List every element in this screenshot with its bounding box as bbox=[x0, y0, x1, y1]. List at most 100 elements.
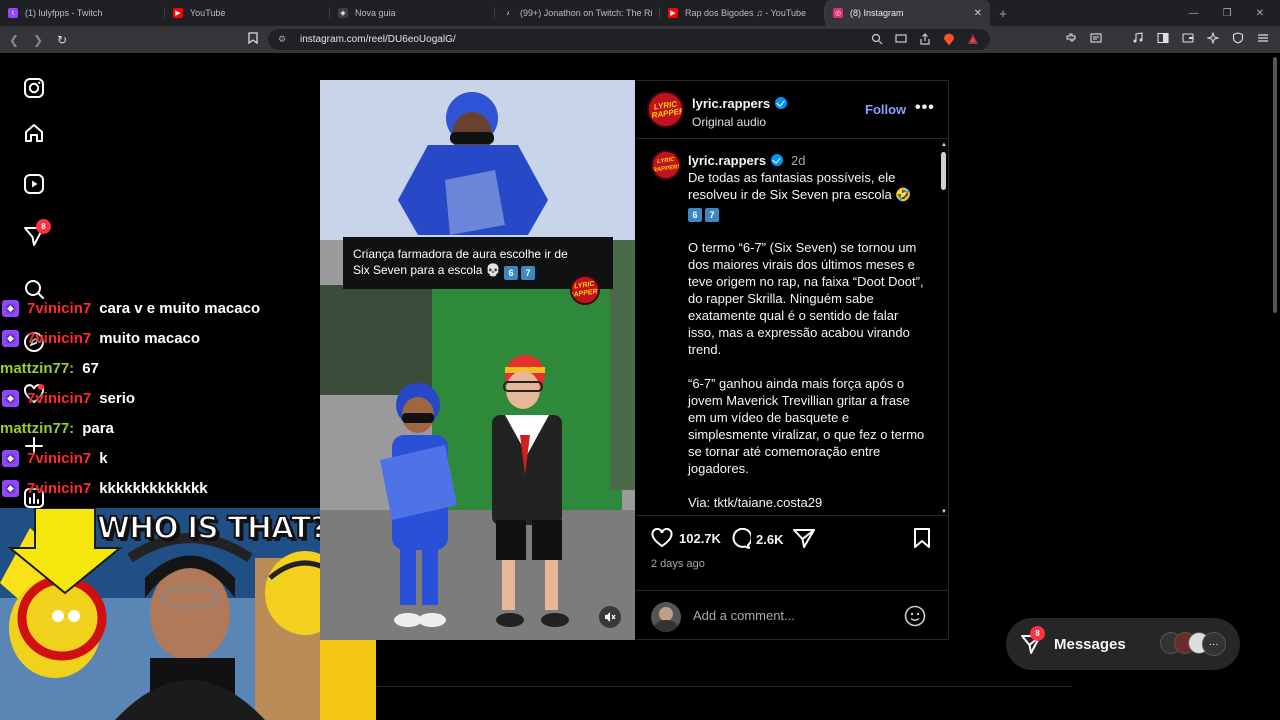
comment-button[interactable]: 2.6K bbox=[729, 528, 783, 550]
sidebar-icon[interactable] bbox=[1156, 31, 1170, 45]
close-tab-icon[interactable]: ✕ bbox=[974, 8, 982, 19]
caption-intro: De todas as fantasias possíveis, ele res… bbox=[688, 170, 912, 202]
address-bar[interactable]: ⚙ instagram.com/reel/DU6eoUogalG/ bbox=[268, 29, 990, 50]
instagram-page: 8 ◆ 7vinicin7 cara v e muito macaco ◆ 7vinic… bbox=[0, 53, 1280, 720]
browser-tab[interactable]: t (1) lulyfpps - Twitch bbox=[0, 0, 165, 26]
messages-button[interactable]: 8 Messages ··· bbox=[1006, 618, 1240, 670]
close-window-icon[interactable]: ✕ bbox=[1256, 8, 1264, 19]
instagram-logo-icon[interactable] bbox=[22, 76, 46, 100]
reel-caption-line1: Criança farmadora de aura escolhe ir de bbox=[353, 247, 568, 261]
follow-button[interactable]: Follow bbox=[865, 102, 906, 117]
sub-badge-icon: ◆ bbox=[2, 329, 19, 347]
caption-verified-icon bbox=[771, 154, 784, 166]
caption-keycap-7: 7 bbox=[705, 208, 719, 222]
share-icon[interactable] bbox=[918, 32, 932, 46]
emoji-icon[interactable] bbox=[904, 605, 926, 632]
post-actions: 102.7K 2.6K 2 days ago bbox=[636, 515, 949, 590]
bookmark-icon[interactable] bbox=[248, 32, 258, 47]
chat-message: ◆ 7vinicin7 k bbox=[0, 443, 320, 473]
tab-title: Rap dos Bigodes ♫ - YouTube bbox=[685, 8, 806, 18]
comment-form: Add a comment... bbox=[636, 590, 949, 641]
caption-paragraph-1: O termo “6-7” (Six Seven) se tornou um d… bbox=[688, 240, 924, 357]
browser-tab[interactable]: ♪ (99+) Jonathon on Twitch: The Rise of bbox=[495, 0, 660, 26]
browser-tab[interactable]: ▶ YouTube bbox=[165, 0, 330, 26]
caption-username[interactable]: lyric.rappers bbox=[688, 153, 766, 168]
like-button[interactable]: 102.7K bbox=[651, 528, 721, 548]
scroll-up-icon[interactable]: ▲ bbox=[941, 142, 947, 148]
new-tab-button[interactable]: + bbox=[990, 0, 1016, 26]
page-scrollbar[interactable] bbox=[1270, 53, 1280, 720]
mute-button[interactable] bbox=[599, 606, 621, 628]
chat-message: ◆ 7vinicin7 cara v e muito macaco bbox=[0, 293, 320, 323]
comment-icon bbox=[732, 528, 751, 549]
site-info-icon[interactable]: ⚙ bbox=[278, 34, 288, 45]
zoom-icon[interactable] bbox=[870, 32, 884, 46]
author-avatar[interactable]: LYRIC RAPPERS bbox=[647, 91, 684, 128]
forward-icon[interactable]: ❯ bbox=[28, 30, 48, 50]
sub-badge-icon: ◆ bbox=[2, 299, 19, 317]
meme-text: WHO IS THAT? bbox=[96, 510, 329, 547]
save-button[interactable] bbox=[913, 528, 931, 548]
minimize-icon[interactable]: — bbox=[1189, 8, 1199, 19]
chat-username: 7vinicin7 bbox=[27, 389, 92, 407]
chat-username: mattzin77: bbox=[0, 419, 75, 437]
reader-icon[interactable] bbox=[1089, 31, 1103, 45]
tab-favicon-icon: ▶ bbox=[173, 8, 183, 18]
brave-shields-icon[interactable] bbox=[942, 32, 956, 46]
browser-tab[interactable]: ▶ Rap dos Bigodes ♫ - YouTube bbox=[660, 0, 825, 26]
chat-message: mattzin77: para bbox=[0, 413, 320, 443]
extensions-icon[interactable] bbox=[1064, 31, 1078, 45]
home-icon[interactable] bbox=[22, 121, 46, 145]
tab-favicon-icon: ▶ bbox=[668, 8, 678, 18]
address-bar-actions bbox=[870, 32, 980, 46]
chat-username: mattzin77: bbox=[0, 359, 75, 377]
chat-text: cara v e muito macaco bbox=[99, 299, 261, 317]
share-button[interactable] bbox=[793, 528, 815, 548]
window-controls: — ❐ ✕ bbox=[1189, 0, 1280, 26]
media-icon[interactable] bbox=[1131, 31, 1145, 45]
caption-scrollbar[interactable]: ▲ ▼ bbox=[940, 140, 948, 515]
wallet-icon[interactable] bbox=[1181, 31, 1195, 45]
back-icon[interactable]: ❮ bbox=[4, 30, 24, 50]
cast-icon[interactable] bbox=[894, 32, 908, 46]
restore-icon[interactable]: ❐ bbox=[1223, 8, 1232, 19]
chat-message: ◆ 7vinicin7 serio bbox=[0, 383, 320, 413]
tab-title: (8) Instagram bbox=[850, 8, 904, 18]
reel-video[interactable]: Criança farmadora de aura escolhe ir de … bbox=[320, 80, 635, 640]
caption-via: Via: tktk/taiane.costa29 bbox=[688, 495, 823, 510]
sub-badge-icon: ◆ bbox=[2, 479, 19, 497]
chat-message: ◆ 7vinicin7 muito macaco bbox=[0, 323, 320, 353]
author-username[interactable]: lyric.rappers bbox=[692, 96, 770, 111]
menu-icon[interactable] bbox=[1256, 31, 1270, 45]
reels-icon[interactable] bbox=[22, 172, 46, 196]
post-header: LYRIC RAPPERS lyric.rappers Original aud… bbox=[636, 81, 949, 139]
caption-author-avatar[interactable]: LYRIC RAPPERS bbox=[651, 150, 681, 180]
chat-username: 7vinicin7 bbox=[27, 449, 92, 467]
browser-tab[interactable]: ◎ (8) Instagram ✕ bbox=[825, 0, 990, 26]
keycap-6: 6 bbox=[504, 266, 519, 280]
leo-ai-icon[interactable] bbox=[1206, 31, 1220, 45]
more-options-icon[interactable]: ••• bbox=[915, 99, 935, 117]
page-scroll-thumb[interactable] bbox=[1273, 57, 1277, 313]
post-time: 2d bbox=[791, 153, 806, 168]
messages-badge: 8 bbox=[1030, 626, 1045, 641]
notifications-badge: 8 bbox=[36, 219, 51, 234]
heart-icon bbox=[651, 528, 673, 548]
caption-scroll-thumb[interactable] bbox=[941, 152, 946, 190]
tab-favicon-icon: t bbox=[8, 8, 18, 18]
page-divider bbox=[376, 686, 1072, 687]
chat-text: serio bbox=[99, 389, 136, 407]
comment-input[interactable]: Add a comment... bbox=[693, 608, 795, 623]
direct-messages-icon[interactable]: 8 bbox=[22, 219, 51, 248]
original-audio-link[interactable]: Original audio bbox=[692, 115, 787, 129]
post-caption-area: LYRIC RAPPERS lyric.rappers 2d De todas as… bbox=[636, 140, 949, 515]
browser-tab[interactable]: ◈ Nova guia bbox=[330, 0, 495, 26]
chat-username: 7vinicin7 bbox=[27, 479, 92, 497]
vpn-icon[interactable] bbox=[1231, 31, 1245, 45]
tab-title: Nova guia bbox=[355, 8, 396, 18]
chat-text: 67 bbox=[82, 359, 99, 377]
reload-icon[interactable]: ↻ bbox=[52, 30, 72, 50]
chat-text: k bbox=[99, 449, 108, 467]
chat-text: muito macaco bbox=[99, 329, 201, 347]
brave-rewards-icon[interactable] bbox=[966, 32, 980, 46]
